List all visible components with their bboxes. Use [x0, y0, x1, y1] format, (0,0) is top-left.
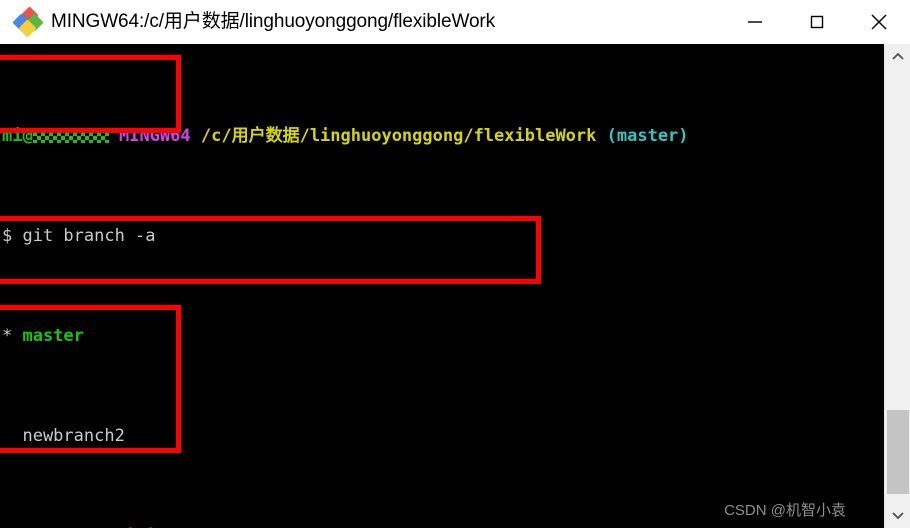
minimize-button[interactable]	[724, 0, 786, 44]
maximize-button[interactable]	[786, 0, 848, 44]
csdn-watermark: CSDN @机智小袁	[724, 502, 846, 519]
window-title: MINGW64:/c/用户数据/linghuoyonggong/flexible…	[51, 10, 496, 32]
censored-hostname-mosaic	[32, 128, 109, 143]
terminal-output-area[interactable]: mi@ MINGW64 /c/用户数据/linghuoyonggong/flex…	[0, 44, 884, 528]
prompt-branch: (master)	[606, 126, 689, 146]
prompt-line: mi@ MINGW64 /c/用户数据/linghuoyonggong/flex…	[2, 126, 790, 146]
git-bash-diamond-icon	[12, 5, 44, 38]
local-branch-line: newbranch2	[2, 426, 125, 446]
current-branch-marker: *	[2, 326, 23, 346]
prompt-shell: MINGW64	[118, 126, 191, 146]
prompt-user: mi@	[2, 126, 33, 146]
vertical-scrollbar[interactable]	[884, 44, 910, 528]
scroll-up-button[interactable]	[885, 44, 910, 70]
scroll-down-button[interactable]	[885, 502, 910, 528]
prompt-path: /c/用户数据/linghuoyonggong/flexibleWork	[200, 126, 597, 146]
command-line: $ git branch -a	[2, 226, 156, 246]
git-bash-window: MINGW64:/c/用户数据/linghuoyonggong/flexible…	[0, 0, 910, 528]
current-branch-name: master	[22, 326, 84, 346]
terminal-lines: mi@ MINGW64 /c/用户数据/linghuoyonggong/flex…	[0, 44, 790, 528]
scrollbar-thumb[interactable]	[887, 410, 909, 494]
title-bar[interactable]: MINGW64:/c/用户数据/linghuoyonggong/flexible…	[0, 0, 910, 44]
close-button[interactable]	[848, 0, 910, 44]
current-branch-line: * master	[2, 326, 790, 346]
window-controls	[724, 0, 910, 44]
